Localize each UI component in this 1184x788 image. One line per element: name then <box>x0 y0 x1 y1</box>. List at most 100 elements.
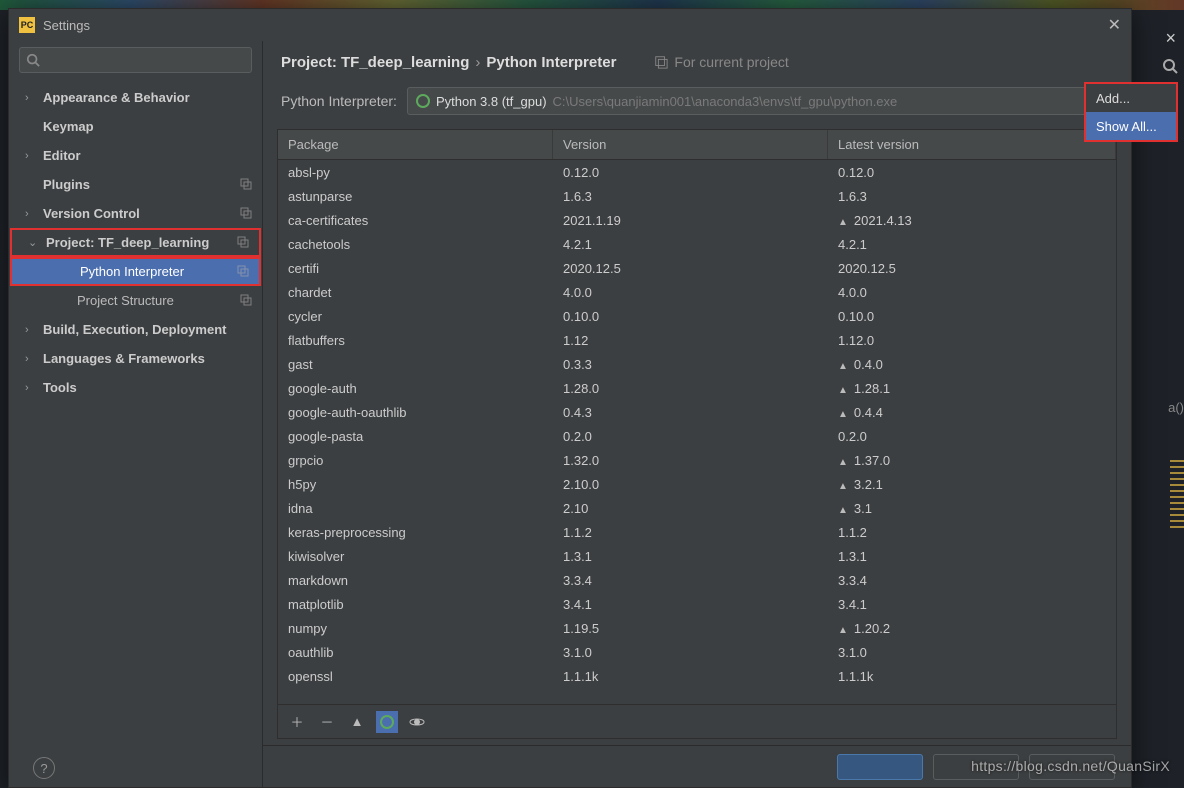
cell-package: google-auth-oauthlib <box>278 405 553 420</box>
table-row[interactable]: gast0.3.3▲0.4.0 <box>278 352 1116 376</box>
table-row[interactable]: google-pasta0.2.00.2.0 <box>278 424 1116 448</box>
sidebar-item-label: Tools <box>43 380 254 395</box>
table-row[interactable]: numpy1.19.5▲1.20.2 <box>278 616 1116 640</box>
table-row[interactable]: certifi2020.12.52020.12.5 <box>278 256 1116 280</box>
cell-latest: 1.1.1k <box>828 669 1116 684</box>
sidebar-item-project-structure[interactable]: Project Structure <box>9 286 262 315</box>
sidebar-item-languages-frameworks[interactable]: ›Languages & Frameworks <box>9 344 262 373</box>
header-latest[interactable]: Latest version <box>828 130 1116 159</box>
cell-latest: ▲0.4.4 <box>828 405 1116 420</box>
cell-package: chardet <box>278 285 553 300</box>
sidebar-item-label: Plugins <box>43 177 240 192</box>
cell-package: markdown <box>278 573 553 588</box>
chevron-icon: › <box>25 353 39 365</box>
table-row[interactable]: absl-py0.12.00.12.0 <box>278 160 1116 184</box>
table-row[interactable]: matplotlib3.4.13.4.1 <box>278 592 1116 616</box>
cell-package: numpy <box>278 621 553 636</box>
scope-icon <box>240 178 254 192</box>
sidebar-item-label: Python Interpreter <box>80 264 237 279</box>
add-package-button[interactable]: ＋ <box>286 711 308 733</box>
editor-tab-close-icon[interactable]: × <box>1165 28 1176 49</box>
sidebar: › Appearance & Behavior Keymap ›Editor Plugi… <box>9 41 263 787</box>
sidebar-item-keymap[interactable]: Keymap <box>9 112 262 141</box>
editor-search-icon[interactable] <box>1162 58 1178 77</box>
table-row[interactable]: ca-certificates2021.1.19▲2021.4.13 <box>278 208 1116 232</box>
sidebar-item-python-interpreter[interactable]: Python Interpreter <box>10 257 261 286</box>
sidebar-item-tools[interactable]: › Tools <box>9 373 262 402</box>
table-row[interactable]: markdown3.3.43.3.4 <box>278 568 1116 592</box>
cell-version: 1.1.1k <box>553 669 828 684</box>
cell-version: 2.10.0 <box>553 477 828 492</box>
cell-latest: 2020.12.5 <box>828 261 1116 276</box>
table-row[interactable]: kiwisolver1.3.11.3.1 <box>278 544 1116 568</box>
table-row[interactable]: google-auth-oauthlib0.4.3▲0.4.4 <box>278 400 1116 424</box>
cell-package: ca-certificates <box>278 213 553 228</box>
table-row[interactable]: google-auth1.28.0▲1.28.1 <box>278 376 1116 400</box>
sidebar-item-appearance-behavior[interactable]: › Appearance & Behavior <box>9 83 262 112</box>
table-row[interactable]: h5py2.10.0▲3.2.1 <box>278 472 1116 496</box>
table-row[interactable]: flatbuffers1.121.12.0 <box>278 328 1116 352</box>
header-version[interactable]: Version <box>553 130 828 159</box>
chevron-icon: › <box>25 382 39 394</box>
table-row[interactable]: openssl1.1.1k1.1.1k <box>278 664 1116 688</box>
sidebar-search-input[interactable] <box>19 47 252 73</box>
chevron-icon: › <box>25 92 39 104</box>
sidebar-item-build-execution-deployment[interactable]: ›Build, Execution, Deployment <box>9 315 262 344</box>
app-icon: PC <box>19 17 35 33</box>
main-panel: Project: TF_deep_learning › Python Inter… <box>263 41 1131 787</box>
close-icon[interactable]: ✕ <box>1108 15 1121 35</box>
table-body[interactable]: absl-py0.12.00.12.0astunparse1.6.31.6.3c… <box>278 160 1116 704</box>
cell-latest: 4.2.1 <box>828 237 1116 252</box>
cell-latest: ▲2021.4.13 <box>828 213 1116 228</box>
table-row[interactable]: astunparse1.6.31.6.3 <box>278 184 1116 208</box>
python-ring-icon <box>416 94 430 108</box>
show-early-releases-button[interactable] <box>406 711 428 733</box>
chevron-right-icon: › <box>475 54 480 71</box>
remove-package-button[interactable]: － <box>316 711 338 733</box>
sidebar-item-editor[interactable]: ›Editor <box>9 141 262 170</box>
cell-package: google-auth <box>278 381 553 396</box>
sidebar-item-project-tf-deep-learning[interactable]: ⌄Project: TF_deep_learning <box>10 228 261 257</box>
interpreter-dropdown[interactable]: Python 3.8 (tf_gpu) C:\Users\quanjiamin0… <box>407 87 1113 115</box>
cell-version: 1.1.2 <box>553 525 828 540</box>
upgrade-arrow-icon: ▲ <box>838 361 848 372</box>
cell-version: 1.6.3 <box>553 189 828 204</box>
scope-icon <box>237 236 251 250</box>
cell-latest: ▲3.2.1 <box>828 477 1116 492</box>
cell-package: cachetools <box>278 237 553 252</box>
sidebar-item-label: Appearance & Behavior <box>43 90 254 105</box>
titlebar: PC Settings ✕ <box>9 9 1131 41</box>
cell-latest: ▲1.28.1 <box>828 381 1116 396</box>
sidebar-item-plugins[interactable]: Plugins <box>9 170 262 199</box>
cell-version: 1.12 <box>553 333 828 348</box>
table-row[interactable]: keras-preprocessing1.1.21.1.2 <box>278 520 1116 544</box>
ok-button[interactable] <box>837 754 923 780</box>
header-package[interactable]: Package <box>278 130 553 159</box>
table-row[interactable]: cachetools4.2.14.2.1 <box>278 232 1116 256</box>
table-row[interactable]: idna2.10▲3.1 <box>278 496 1116 520</box>
upgrade-package-button[interactable]: ▲ <box>346 711 368 733</box>
menu-add[interactable]: Add... <box>1086 84 1176 112</box>
table-row[interactable]: chardet4.0.04.0.0 <box>278 280 1116 304</box>
cell-package: kiwisolver <box>278 549 553 564</box>
table-row[interactable]: oauthlib3.1.03.1.0 <box>278 640 1116 664</box>
cell-package: matplotlib <box>278 597 553 612</box>
cell-package: openssl <box>278 669 553 684</box>
cell-package: absl-py <box>278 165 553 180</box>
table-row[interactable]: grpcio1.32.0▲1.37.0 <box>278 448 1116 472</box>
sidebar-item-label: Keymap <box>43 119 254 134</box>
conda-toggle-button[interactable] <box>376 711 398 733</box>
scope-icon <box>240 207 254 221</box>
cell-version: 2020.12.5 <box>553 261 828 276</box>
cell-latest: ▲1.37.0 <box>828 453 1116 468</box>
sidebar-item-label: Project Structure <box>77 293 240 308</box>
cell-latest: 4.0.0 <box>828 285 1116 300</box>
breadcrumb-project: Project: TF_deep_learning <box>281 54 469 71</box>
sidebar-item-version-control[interactable]: ›Version Control <box>9 199 262 228</box>
upgrade-arrow-icon: ▲ <box>838 217 848 228</box>
upgrade-arrow-icon: ▲ <box>838 625 848 636</box>
breadcrumb: Project: TF_deep_learning › Python Inter… <box>263 41 1131 83</box>
scope-icon <box>237 265 251 279</box>
menu-show-all[interactable]: Show All... <box>1086 112 1176 140</box>
table-row[interactable]: cycler0.10.00.10.0 <box>278 304 1116 328</box>
